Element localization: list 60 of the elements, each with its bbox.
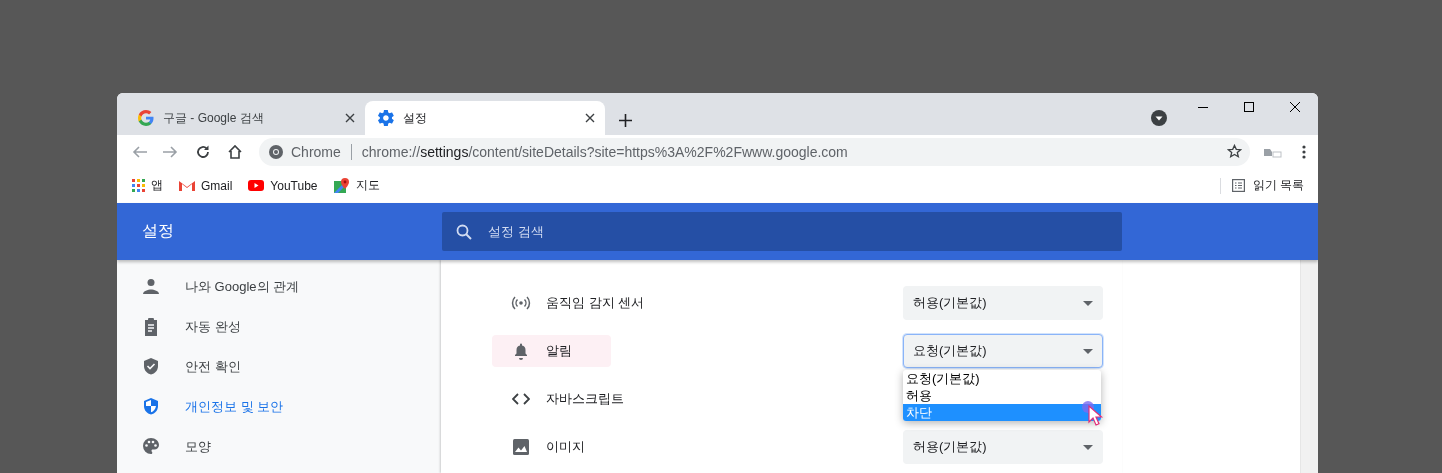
maximize-icon[interactable] [1244, 102, 1254, 112]
search-icon [456, 224, 472, 240]
clipboard-icon [143, 318, 159, 336]
map-pin-icon [333, 177, 350, 194]
select-field[interactable]: 요청(기본값) [903, 334, 1103, 368]
close-icon[interactable] [585, 113, 595, 123]
chrome-logo-icon [269, 144, 283, 159]
close-icon[interactable] [1290, 102, 1300, 112]
search-field[interactable]: 설정 검색 [442, 212, 1122, 251]
url-text: chrome://settings/content/siteDetails?site=https%3A%2F%2Fwww.google.com [361, 143, 849, 160]
address-bar[interactable]: Chrome chrome://settings/content/siteDetails?site=https%3A%2F%2Fwww.google.com [259, 137, 1250, 166]
bookmark-link[interactable]: 앱 [132, 177, 163, 194]
reload-icon[interactable] [195, 143, 211, 160]
bookmark-link[interactable]: YouTube [248, 178, 318, 193]
bookmark-link[interactable]: Gmail [179, 178, 233, 193]
bell-icon [514, 342, 528, 360]
more-menu-icon[interactable] [1302, 144, 1306, 159]
palette-icon [143, 438, 159, 456]
page-title: 설정 [141, 221, 175, 241]
forward-arrow-icon [163, 143, 179, 160]
back-arrow-icon [131, 143, 147, 160]
browser-tab[interactable]: 설정 [365, 101, 605, 135]
sidebar-item[interactable]: 안전 확인 [117, 347, 441, 387]
shield-check-icon [143, 358, 159, 376]
select-field[interactable]: 허용(기본값) [903, 430, 1103, 464]
setting-label: 알림 [546, 342, 572, 360]
setting-label: 이미지 [546, 438, 585, 456]
person-icon [143, 278, 159, 296]
mail-icon [179, 178, 195, 193]
shield-icon [143, 398, 159, 416]
list-icon [1231, 179, 1245, 192]
apps-grid-icon [132, 179, 145, 192]
caret-icon [1083, 348, 1093, 354]
caret-icon [1083, 300, 1093, 306]
dropdown-circle-icon[interactable] [1151, 110, 1167, 126]
scrollbar[interactable] [1300, 260, 1318, 473]
star-icon[interactable] [1227, 144, 1242, 159]
caret-icon [1083, 444, 1093, 450]
video-play-icon [248, 179, 265, 192]
select-field[interactable]: 허용(기본값) [903, 286, 1103, 320]
setting-label: 자바스크립트 [546, 390, 624, 408]
close-icon[interactable] [345, 113, 355, 123]
sidebar-item[interactable]: 모양 [117, 427, 441, 467]
image-icon [513, 439, 529, 455]
bookmark-link[interactable]: 지도 [333, 177, 380, 194]
dropdown-option[interactable]: 허용 [903, 387, 1101, 404]
gear-icon [378, 110, 394, 126]
browser-tab[interactable]: 구글 - Google 검색 [125, 101, 365, 135]
dropdown-option[interactable]: 요청(기본값) [903, 370, 1101, 387]
reading-list-button[interactable]: 읽기 목록 [1231, 177, 1304, 194]
sidebar-item[interactable]: 나와 Google의 관계 [117, 267, 441, 307]
site-origin: Chrome [291, 143, 341, 160]
sidebar-item[interactable]: 개인정보 및 보안 [117, 387, 441, 427]
sidebar-item[interactable]: 자동 완성 [117, 307, 441, 347]
setting-label: 움직임 감지 센서 [546, 294, 645, 312]
google-logo-icon [138, 110, 154, 126]
home-icon[interactable] [227, 143, 243, 160]
sensor-waves-icon [511, 296, 531, 310]
plus-icon[interactable] [619, 114, 632, 127]
code-brackets-icon [512, 392, 530, 406]
